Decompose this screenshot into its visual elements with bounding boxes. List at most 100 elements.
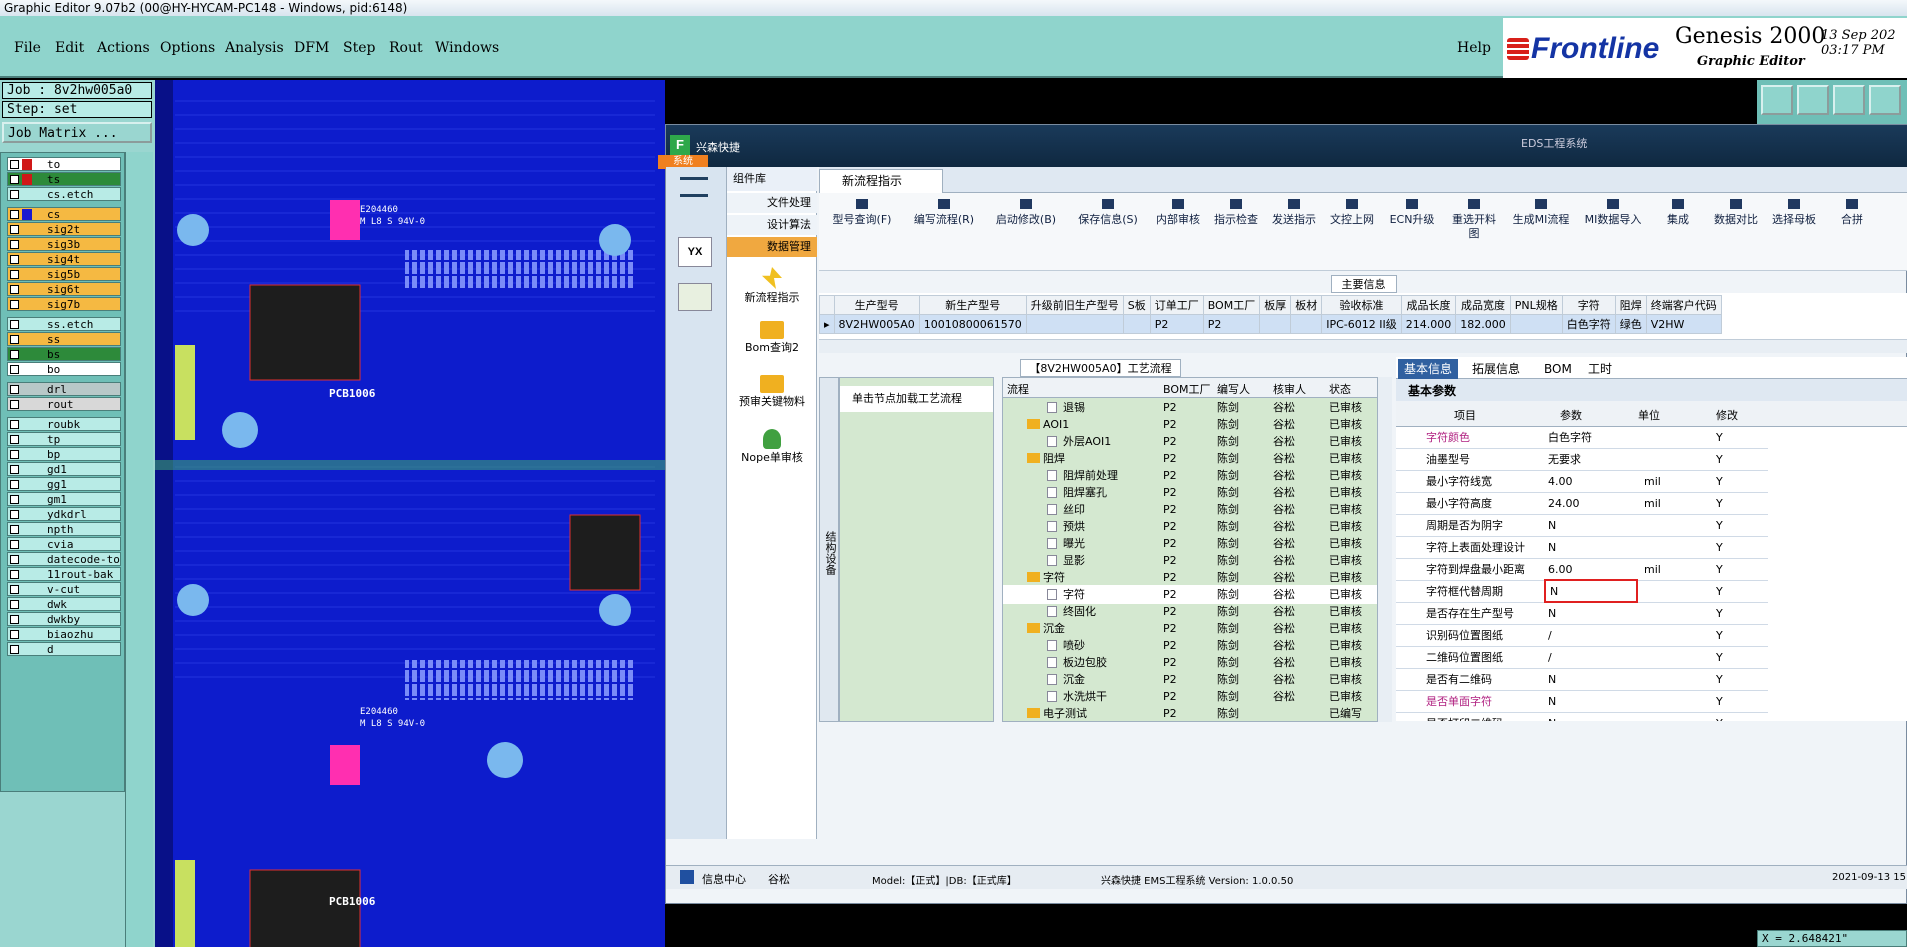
layer-checkbox[interactable] bbox=[10, 585, 19, 594]
prop-value[interactable]: 6.00 bbox=[1548, 559, 1573, 581]
layer-row[interactable]: sig7b bbox=[7, 297, 121, 311]
layer-checkbox[interactable] bbox=[10, 600, 19, 609]
table-cell[interactable]: 白色字符 bbox=[1561, 314, 1616, 334]
table-cell[interactable]: IPC-6012 II级 bbox=[1321, 314, 1402, 334]
tool-nope-review[interactable]: Nope单审核 bbox=[727, 425, 817, 473]
column-header[interactable]: BOM工厂 bbox=[1202, 295, 1261, 315]
layer-checkbox[interactable] bbox=[10, 630, 19, 639]
layer-checkbox[interactable] bbox=[10, 365, 19, 374]
prop-value[interactable]: N bbox=[1548, 515, 1556, 537]
layer-row[interactable]: sig3b bbox=[7, 237, 121, 251]
column-header[interactable]: S板 bbox=[1122, 295, 1151, 315]
menu-file[interactable]: File bbox=[14, 40, 41, 56]
nav-data-management[interactable]: 数据管理 bbox=[727, 237, 817, 257]
layer-row[interactable]: ydkdrl bbox=[7, 507, 121, 521]
layer-checkbox[interactable] bbox=[10, 320, 19, 329]
table-cell[interactable] bbox=[1025, 314, 1124, 334]
layer-row[interactable]: biaozhu bbox=[7, 627, 121, 641]
nav-design-algorithm[interactable]: 设计算法 bbox=[727, 215, 817, 235]
layer-checkbox[interactable] bbox=[10, 510, 19, 519]
prop-row[interactable]: 识别码位置图纸 / Y bbox=[1396, 625, 1768, 647]
prop-row[interactable]: 最小字符线宽 4.00 mil Y bbox=[1396, 471, 1768, 493]
table-cell[interactable]: V2HW bbox=[1645, 314, 1722, 334]
layer-row[interactable]: ss bbox=[7, 332, 121, 346]
layer-row[interactable]: bp bbox=[7, 447, 121, 461]
menu-step[interactable]: Step bbox=[343, 40, 375, 56]
toolbar-button[interactable]: 保存信息(S) bbox=[1073, 199, 1143, 227]
table-cell[interactable]: 214.000 bbox=[1400, 314, 1457, 334]
column-header[interactable]: 验收标准 bbox=[1321, 295, 1402, 315]
table-cell[interactable]: 10010800061570 bbox=[918, 314, 1027, 334]
layer-row[interactable]: ts bbox=[7, 172, 121, 186]
prop-value[interactable]: 4.00 bbox=[1548, 471, 1573, 493]
table-cell[interactable] bbox=[1290, 314, 1323, 334]
layer-row[interactable]: to bbox=[7, 157, 121, 171]
tab-bom[interactable]: BOM bbox=[1538, 359, 1578, 379]
yx-icon[interactable]: YX bbox=[678, 237, 712, 267]
column-header[interactable]: 成品宽度 bbox=[1455, 295, 1511, 315]
pcb-canvas[interactable]: PCB1006 E204460 M L8 S 94V-0 E204460 M L… bbox=[155, 80, 665, 947]
tab-new-flow[interactable]: 新流程指示 bbox=[819, 169, 943, 193]
layer-row[interactable]: npth bbox=[7, 522, 121, 536]
prop-value[interactable]: 无要求 bbox=[1548, 449, 1581, 471]
layer-checkbox[interactable] bbox=[10, 555, 19, 564]
prop-value[interactable]: N bbox=[1548, 669, 1556, 691]
flow-v-scrollbar[interactable] bbox=[1378, 377, 1392, 722]
layer-row[interactable]: tp bbox=[7, 432, 121, 446]
layer-checkbox[interactable] bbox=[10, 540, 19, 549]
table-cell[interactable]: P2 bbox=[1149, 314, 1204, 334]
tool-bom-query[interactable]: Bom查询2 bbox=[727, 317, 817, 365]
flow-row[interactable]: 电子测试 P2 陈剑 已编写 bbox=[1003, 704, 1377, 721]
layer-row[interactable]: sig2t bbox=[7, 222, 121, 236]
layer-row[interactable]: dwkby bbox=[7, 612, 121, 626]
menu-help[interactable]: Help bbox=[1457, 40, 1491, 56]
menu-rout[interactable]: Rout bbox=[389, 40, 423, 56]
layer-row[interactable]: gd1 bbox=[7, 462, 121, 476]
flow-column-header[interactable]: BOM工厂 bbox=[1163, 381, 1211, 397]
toolbar-button[interactable]: 重选开料图 bbox=[1449, 199, 1499, 241]
tab-basic-info[interactable]: 基本信息 bbox=[1398, 359, 1459, 379]
prop-value[interactable]: N bbox=[1548, 713, 1556, 721]
toolbar-button[interactable]: 数据对比 bbox=[1713, 199, 1759, 227]
table-cell[interactable] bbox=[1122, 314, 1151, 334]
layer-row[interactable]: cs.etch bbox=[7, 187, 121, 201]
layer-checkbox[interactable] bbox=[10, 465, 19, 474]
tool-new-flow[interactable]: 新流程指示 bbox=[727, 263, 817, 311]
table-cell[interactable] bbox=[1509, 314, 1563, 334]
prop-row[interactable]: 二维码位置图纸 / Y bbox=[1396, 647, 1768, 669]
layer-checkbox[interactable] bbox=[10, 525, 19, 534]
layer-checkbox[interactable] bbox=[10, 615, 19, 624]
layer-row[interactable]: cs bbox=[7, 207, 121, 221]
column-header[interactable]: 订单工厂 bbox=[1149, 295, 1204, 315]
toolbar-button[interactable]: 启动修改(B) bbox=[991, 199, 1061, 227]
layer-row[interactable]: v-cut bbox=[7, 582, 121, 596]
toolbar-button[interactable]: 指示检查 bbox=[1213, 199, 1259, 227]
toolbar-button[interactable]: 内部审核 bbox=[1155, 199, 1201, 227]
column-header[interactable]: 板厚 bbox=[1259, 295, 1292, 315]
layer-row[interactable]: sig4t bbox=[7, 252, 121, 266]
layer-row[interactable]: sig6t bbox=[7, 282, 121, 296]
h-scrollbar[interactable] bbox=[819, 339, 1907, 353]
flow-column-header[interactable]: 核审人 bbox=[1273, 381, 1306, 397]
layer-row[interactable]: cvia bbox=[7, 537, 121, 551]
layer-checkbox[interactable] bbox=[10, 240, 19, 249]
prop-value-editing[interactable]: N bbox=[1544, 579, 1638, 603]
table-row[interactable]: ▸ 8V2HW005A0 10010800061570 P2 P2 IPC-6012 II… bbox=[819, 314, 1722, 334]
prop-row[interactable]: 字符框代替周期 N Y bbox=[1396, 579, 1768, 603]
flow-column-header[interactable]: 状态 bbox=[1329, 381, 1351, 397]
toolbar-button[interactable]: 编写流程(R) bbox=[909, 199, 979, 227]
tab-labor-hours[interactable]: 工时 bbox=[1582, 359, 1618, 379]
layer-checkbox[interactable] bbox=[10, 225, 19, 234]
toolbar-button[interactable]: 型号查询(F) bbox=[827, 199, 897, 227]
layer-checkbox[interactable] bbox=[10, 255, 19, 264]
home-icon[interactable] bbox=[1833, 85, 1865, 115]
menu-edit[interactable]: Edit bbox=[55, 40, 84, 56]
tool-icon[interactable] bbox=[1869, 85, 1901, 115]
toolbar-button[interactable]: MI数据导入 bbox=[1583, 199, 1643, 227]
layer-row[interactable]: bs bbox=[7, 347, 121, 361]
prop-row[interactable]: 周期是否为阴字 N Y bbox=[1396, 515, 1768, 537]
menu-analysis[interactable]: Analysis bbox=[225, 40, 284, 56]
toolbar-button[interactable]: 生成MI流程 bbox=[1511, 199, 1571, 227]
prop-value[interactable]: / bbox=[1548, 647, 1552, 669]
column-header[interactable]: 新生产型号 bbox=[918, 295, 1027, 315]
